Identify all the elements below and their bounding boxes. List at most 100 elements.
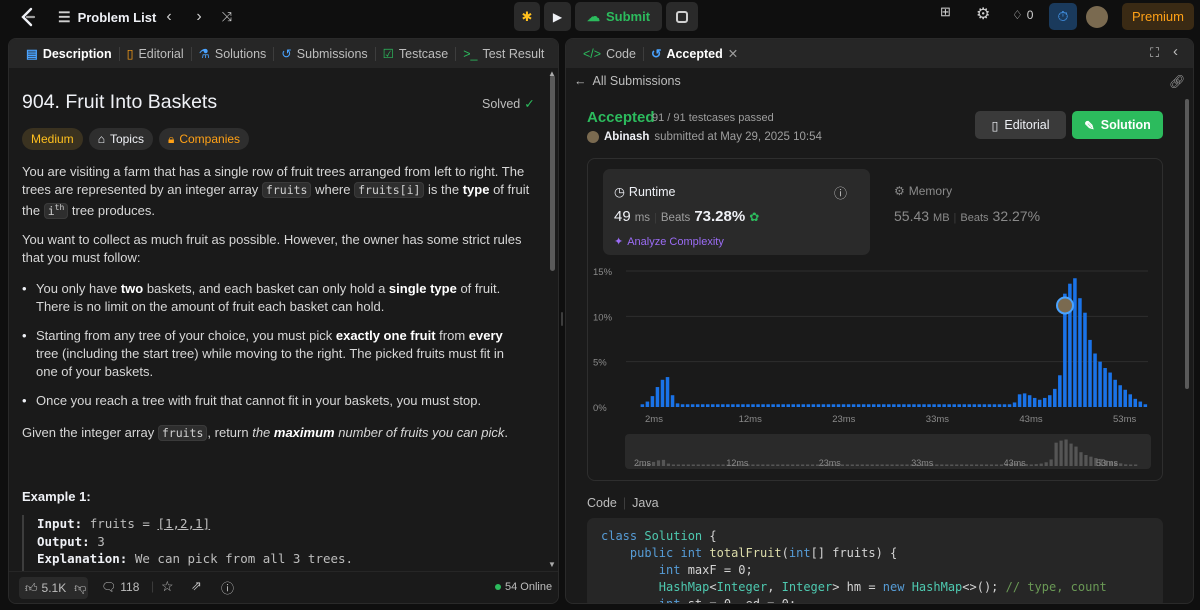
runtime-bar[interactable] (937, 404, 941, 407)
runtime-bar[interactable] (1002, 404, 1007, 407)
runtime-bar[interactable] (962, 404, 967, 407)
runtime-bar[interactable] (1017, 394, 1022, 407)
runtime-bar[interactable] (912, 404, 916, 407)
runtime-bar[interactable] (1037, 399, 1042, 407)
submitted-code[interactable]: class Solution { public int totalFruit(i… (587, 518, 1163, 603)
runtime-bar[interactable] (1042, 397, 1047, 407)
tab-description[interactable]: ▤ Description (19, 39, 119, 68)
code-line[interactable]: HashMap<Integer, Integer> hm = new HashM… (601, 579, 1149, 596)
close-icon[interactable]: ✕ (728, 46, 738, 61)
runtime-bar[interactable] (917, 404, 921, 407)
runtime-bar[interactable] (746, 404, 750, 407)
runtime-bar[interactable] (1123, 389, 1127, 407)
runtime-bar[interactable] (1032, 397, 1037, 407)
runtime-bar[interactable] (650, 396, 655, 407)
runtime-bar[interactable] (781, 404, 785, 407)
scroll-down-icon[interactable]: ▼ (548, 560, 556, 569)
solution-button[interactable]: ✎ Solution (1072, 111, 1163, 139)
help-icon[interactable]: ⓘ (221, 578, 234, 597)
runtime-bar[interactable] (771, 404, 775, 407)
runtime-bar[interactable] (700, 404, 705, 407)
tab-test-result[interactable]: >_ Test Result (456, 39, 551, 68)
runtime-bar[interactable] (655, 387, 660, 407)
avatar[interactable] (1086, 6, 1108, 28)
tab-solutions[interactable]: ⚗ Solutions (192, 39, 274, 68)
runtime-bar[interactable] (826, 404, 831, 407)
premium-button[interactable]: Premium (1122, 3, 1194, 30)
runtime-bar[interactable] (927, 404, 931, 407)
runtime-bar[interactable] (831, 404, 836, 407)
runtime-bar[interactable] (660, 379, 665, 407)
runtime-bar[interactable] (1108, 372, 1112, 407)
runtime-bar[interactable] (932, 404, 936, 407)
runtime-bar[interactable] (1012, 402, 1017, 407)
runtime-bar[interactable] (806, 404, 811, 407)
maximize-icon[interactable]: ⛶ (1150, 45, 1159, 61)
all-submissions-link[interactable]: ← All Submissions (574, 74, 681, 88)
tab-submissions[interactable]: ↺ Submissions (274, 39, 374, 68)
runtime-bar[interactable] (1098, 361, 1102, 407)
runtime-bar[interactable] (861, 404, 866, 407)
runtime-bar[interactable] (796, 404, 801, 407)
problem-list-button[interactable]: ☰ Problem List (58, 9, 156, 26)
runtime-bar[interactable] (690, 404, 695, 407)
settings-icon[interactable]: ⚙ (976, 4, 990, 24)
runtime-bar[interactable] (882, 404, 886, 407)
runtime-bar[interactable] (856, 404, 861, 407)
runtime-bar[interactable] (1088, 339, 1092, 407)
problem-title[interactable]: 904. Fruit Into Baskets (22, 91, 217, 114)
runtime-bar[interactable] (902, 404, 906, 407)
shuffle-icon[interactable]: ⤨ (218, 8, 236, 26)
runtime-bar[interactable] (766, 404, 770, 407)
runtime-bar[interactable] (1073, 278, 1077, 407)
runtime-distribution-chart[interactable]: 15% 10% 5% 0% 2ms 12ms 23ms 33ms 43ms 53ms (588, 259, 1164, 429)
runtime-bar[interactable] (1083, 312, 1087, 407)
code-line[interactable]: class Solution { (601, 528, 1149, 545)
runtime-bar[interactable] (892, 404, 896, 407)
analyze-complexity-link[interactable]: ✦ Analyze Complexity (614, 235, 724, 249)
tab-editorial[interactable]: ▯ Editorial (120, 39, 191, 68)
runtime-bar[interactable] (716, 404, 720, 407)
tab-testcase[interactable]: ☑ Testcase (376, 39, 456, 68)
runtime-bar[interactable] (992, 404, 997, 407)
runtime-bar[interactable] (786, 404, 790, 407)
runtime-bar[interactable] (972, 404, 977, 407)
runtime-bar[interactable] (952, 404, 956, 407)
runtime-bar[interactable] (846, 404, 851, 407)
runtime-bar[interactable] (866, 404, 871, 407)
your-submission-marker[interactable] (1056, 296, 1075, 315)
runtime-bar[interactable] (1113, 379, 1117, 407)
runtime-bar[interactable] (967, 404, 972, 407)
code-line[interactable]: int st = 0, ed = 0; (601, 596, 1149, 603)
runtime-bar[interactable] (645, 401, 650, 407)
runtime-bar[interactable] (887, 404, 891, 407)
runtime-bar[interactable] (1128, 394, 1133, 407)
runtime-bar[interactable] (977, 404, 982, 407)
runtime-bar[interactable] (836, 404, 841, 407)
leetcode-logo-icon[interactable] (18, 7, 38, 27)
runtime-bar[interactable] (957, 404, 961, 407)
star-icon[interactable]: ☆ (161, 578, 174, 595)
prev-problem-icon[interactable]: ‹ (160, 8, 178, 26)
runtime-bar[interactable] (685, 404, 690, 407)
runtime-bar[interactable] (721, 404, 725, 407)
runtime-bar[interactable] (695, 404, 700, 407)
code-line[interactable]: int maxF = 0; (601, 562, 1149, 579)
runtime-bar[interactable] (705, 404, 710, 407)
runtime-bar[interactable] (942, 404, 946, 407)
notes-button[interactable] (666, 2, 699, 31)
runtime-bar[interactable] (897, 404, 901, 407)
runtime-bar[interactable] (1118, 385, 1122, 407)
timer-button[interactable]: ⏱ (1049, 3, 1077, 30)
collapse-icon[interactable]: ‹ (1173, 43, 1178, 60)
runtime-bar[interactable] (791, 404, 796, 407)
runtime-bar[interactable] (675, 403, 680, 407)
range-selector[interactable]: 2ms 12ms 23ms 33ms 43ms 53ms (625, 434, 1151, 469)
runtime-bar[interactable] (987, 404, 992, 407)
runtime-bar[interactable] (1133, 398, 1138, 407)
share-icon[interactable]: ⇗ (191, 578, 202, 594)
scroll-up-icon[interactable]: ▲ (548, 69, 556, 78)
runtime-bar[interactable] (680, 404, 685, 407)
runtime-bar[interactable] (1093, 353, 1097, 407)
tab-code[interactable]: </> Code (576, 39, 643, 68)
